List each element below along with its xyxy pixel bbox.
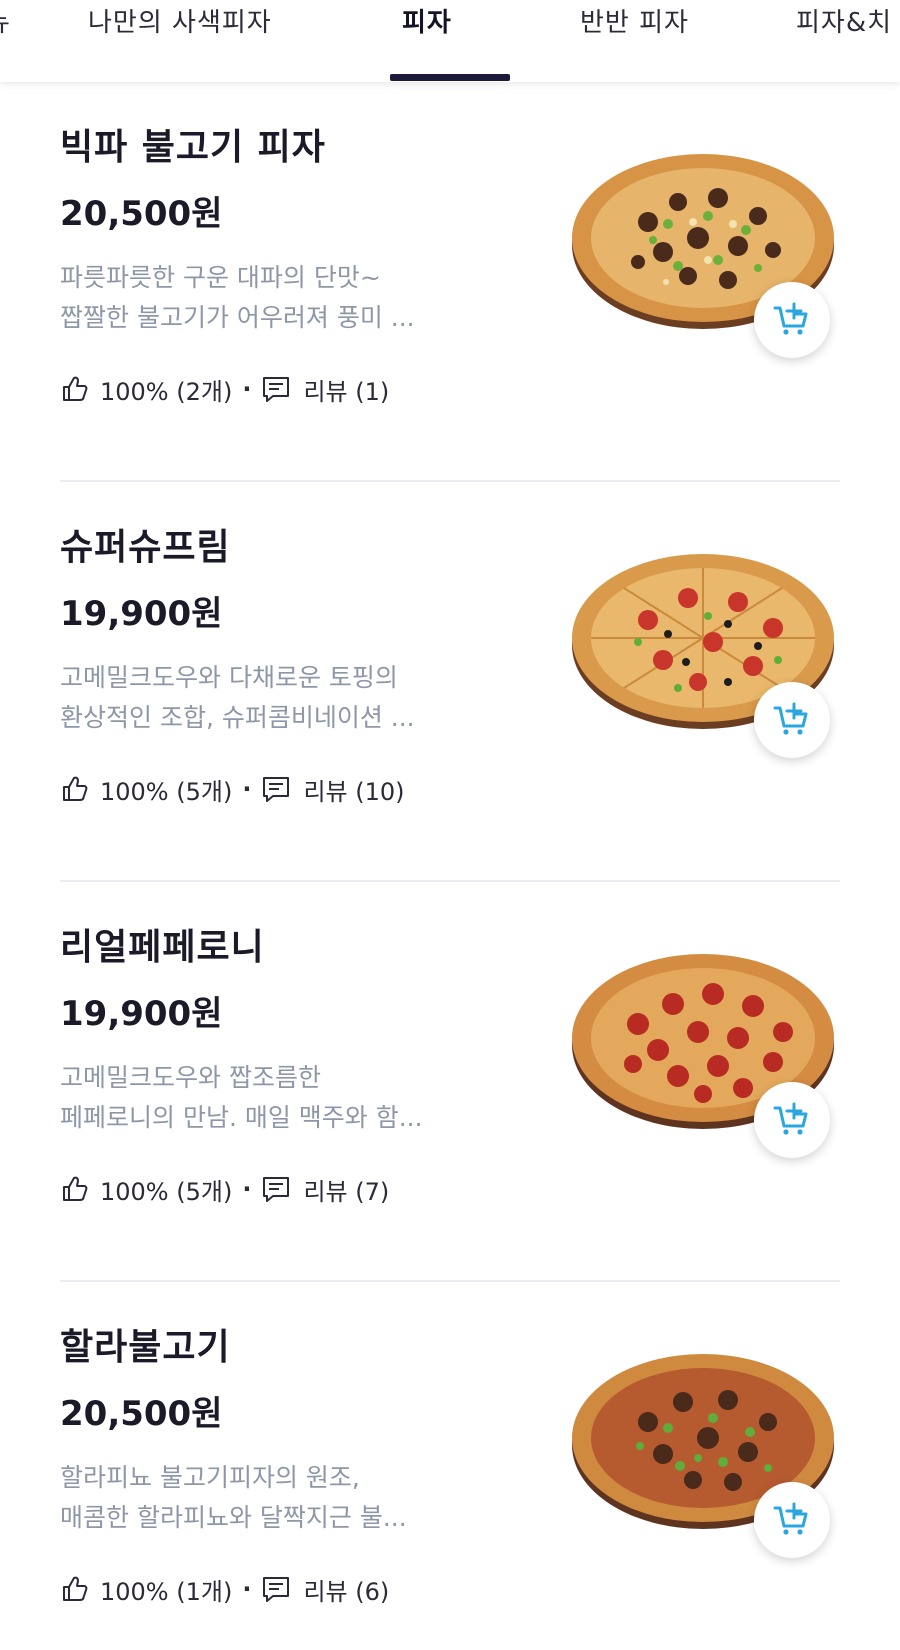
category-tab-bar: 뉴 나만의 사색피자 피자 반반 피자 피자&치	[0, 0, 900, 82]
pizza-description: 고메밀크도우와 다채로운 토핑의 환상적인 조합, 슈퍼콤비네이션 ...	[60, 658, 520, 738]
description-line: 페페로니의 만남. 매일 맥주와 함...	[60, 1103, 423, 1132]
pizza-price: 19,900원	[60, 994, 223, 1034]
add-to-cart-button[interactable]	[754, 1082, 830, 1158]
pizza-meta: 100% (2개) · 리뷰 (1)	[60, 372, 389, 406]
comment-icon	[263, 777, 290, 802]
description-line: 고메밀크도우와 짭조름한	[60, 1063, 321, 1092]
pizza-list-item[interactable]: 할라불고기 20,500원 할라피뇨 불고기피자의 원조, 매콤한 할라피뇨와 …	[0, 1282, 900, 1650]
add-to-cart-button[interactable]	[754, 282, 830, 358]
separator-dot: ·	[242, 1575, 252, 1603]
review-link[interactable]: 리뷰 (1)	[261, 372, 389, 407]
thumbs-up-icon	[63, 1576, 88, 1601]
description-line: 파릇파릇한 구운 대파의 단맛~	[60, 263, 381, 292]
add-to-cart-icon	[773, 1102, 808, 1135]
separator-dot: ·	[242, 775, 252, 803]
tab-pizza-combo[interactable]: 피자&치	[796, 2, 892, 42]
pizza-list-item[interactable]: 빅파 불고기 피자 20,500원 파릇파릇한 구운 대파의 단맛~ 짭짤한 불…	[0, 82, 900, 482]
pizza-meta: 100% (5개) · 리뷰 (10)	[60, 772, 405, 806]
pizza-price: 19,900원	[60, 594, 223, 634]
pizza-meta: 100% (5개) · 리뷰 (7)	[60, 1172, 389, 1206]
pizza-description: 할라피뇨 불고기피자의 원조, 매콤한 할라피뇨와 달짝지근 불...	[60, 1458, 520, 1538]
review-link[interactable]: 리뷰 (10)	[261, 772, 405, 807]
pizza-description: 파릇파릇한 구운 대파의 단맛~ 짭짤한 불고기가 어우러져 풍미 ...	[60, 258, 520, 338]
add-to-cart-icon	[773, 1502, 808, 1535]
add-to-cart-button[interactable]	[754, 1482, 830, 1558]
thumbs-up-icon	[63, 376, 88, 401]
review-link[interactable]: 리뷰 (6)	[261, 1572, 389, 1607]
review-count: 리뷰 (10)	[303, 777, 405, 806]
description-line: 할라피뇨 불고기피자의 원조,	[60, 1463, 360, 1492]
pizza-meta: 100% (1개) · 리뷰 (6)	[60, 1572, 389, 1606]
pizza-name: 할라불고기	[60, 1327, 231, 1368]
review-link[interactable]: 리뷰 (7)	[261, 1172, 389, 1207]
separator-dot: ·	[242, 375, 252, 403]
pizza-name: 슈퍼슈프림	[60, 527, 231, 568]
tab-custom-pizza[interactable]: 나만의 사색피자	[88, 2, 272, 42]
review-count: 리뷰 (1)	[303, 377, 390, 406]
comment-icon	[263, 377, 290, 402]
pizza-list-item[interactable]: 리얼페페로니 19,900원 고메밀크도우와 짭조름한 페페로니의 만남. 매일…	[0, 882, 900, 1282]
comment-icon	[263, 1177, 290, 1202]
pizza-description: 고메밀크도우와 짭조름한 페페로니의 만남. 매일 맥주와 함...	[60, 1058, 520, 1138]
pizza-name: 리얼페페로니	[60, 927, 265, 968]
thumbs-up-icon	[63, 776, 88, 801]
description-line: 환상적인 조합, 슈퍼콤비네이션 ...	[60, 703, 415, 732]
active-tab-indicator	[390, 74, 510, 81]
rating-text: 100% (2개)	[100, 377, 233, 406]
separator-dot: ·	[242, 1175, 252, 1203]
tab-pizza[interactable]: 피자	[402, 2, 452, 42]
review-count: 리뷰 (7)	[303, 1177, 390, 1206]
tab-menu-partial[interactable]: 뉴	[0, 2, 11, 42]
review-count: 리뷰 (6)	[303, 1577, 390, 1606]
add-to-cart-button[interactable]	[754, 682, 830, 758]
comment-icon	[263, 1577, 290, 1602]
description-line: 매콤한 할라피뇨와 달짝지근 불...	[60, 1503, 407, 1532]
rating-text: 100% (1개)	[100, 1577, 233, 1606]
description-line: 고메밀크도우와 다채로운 토핑의	[60, 663, 398, 692]
rating-text: 100% (5개)	[100, 1177, 233, 1206]
add-to-cart-icon	[773, 702, 808, 735]
pizza-name: 빅파 불고기 피자	[60, 127, 326, 168]
pizza-price: 20,500원	[60, 1394, 223, 1434]
description-line: 짭짤한 불고기가 어우러져 풍미 ...	[60, 303, 415, 332]
pizza-list-item[interactable]: 슈퍼슈프림 19,900원 고메밀크도우와 다채로운 토핑의 환상적인 조합, …	[0, 482, 900, 882]
pizza-price: 20,500원	[60, 194, 223, 234]
thumbs-up-icon	[63, 1176, 88, 1201]
tab-half-half-pizza[interactable]: 반반 피자	[580, 2, 689, 42]
rating-text: 100% (5개)	[100, 777, 233, 806]
add-to-cart-icon	[773, 302, 808, 335]
